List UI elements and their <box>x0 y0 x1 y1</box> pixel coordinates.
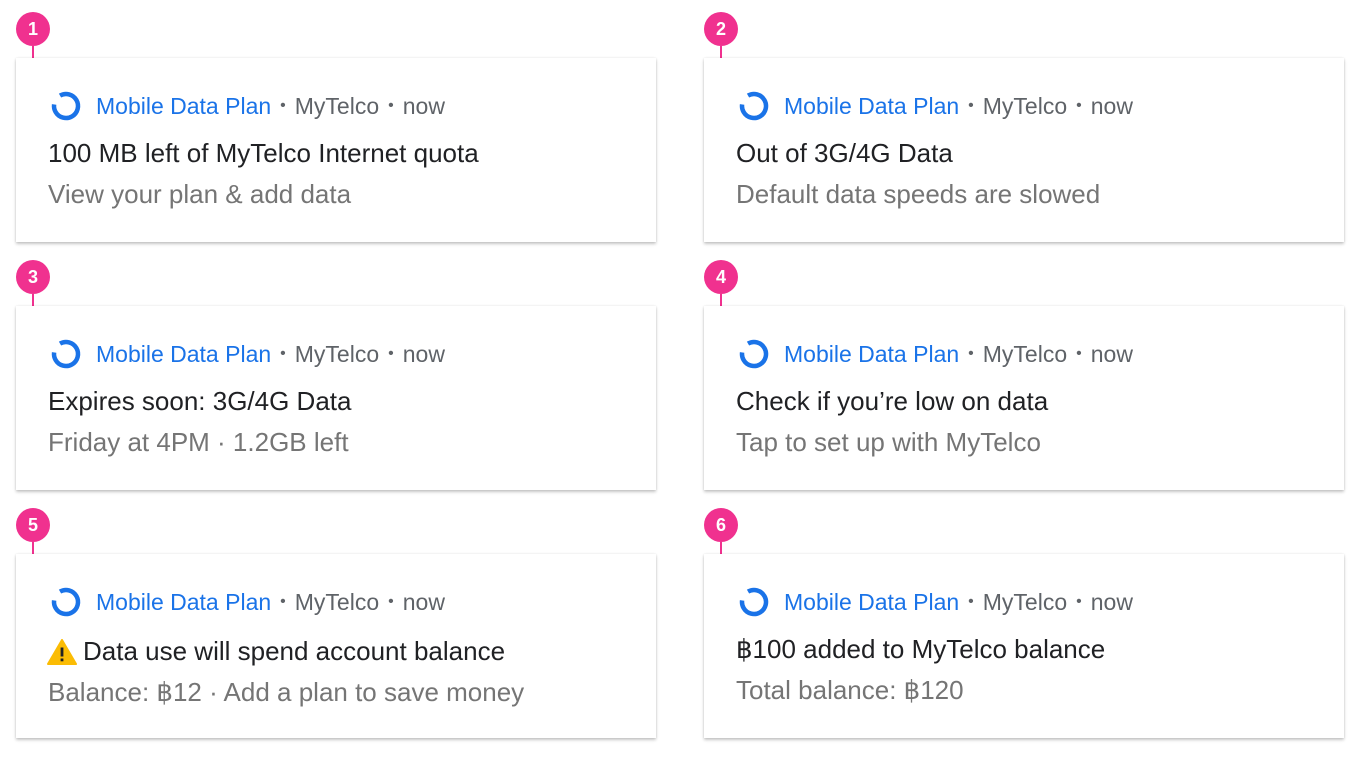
provider-name: MyTelco <box>982 340 1068 367</box>
timestamp: now <box>1090 340 1133 367</box>
marker-stem <box>720 46 722 58</box>
provider-name: MyTelco <box>294 340 380 367</box>
marker-stem <box>720 294 722 306</box>
step-marker-4: 4 <box>704 260 738 294</box>
step-marker-3: 3 <box>16 260 50 294</box>
notification-card[interactable]: Mobile Data Plan • MyTelco • now Data us… <box>16 554 656 738</box>
separator-dot: • <box>280 97 286 114</box>
timestamp: now <box>402 588 445 615</box>
provider-name: MyTelco <box>982 588 1068 615</box>
app-name: Mobile Data Plan <box>96 340 272 367</box>
notification-card[interactable]: Mobile Data Plan • MyTelco • now Expires… <box>16 306 656 490</box>
notification-header: Mobile Data Plan • MyTelco • now <box>738 585 1133 619</box>
notification-header: Mobile Data Plan • MyTelco • now <box>738 337 1133 371</box>
separator-dot: • <box>388 345 394 362</box>
notification-body: Tap to set up with MyTelco <box>736 427 1041 457</box>
notification-body: Balance: ฿12 · Add a plan to save money <box>48 677 525 707</box>
marker-stem <box>32 294 34 306</box>
timestamp: now <box>402 92 445 119</box>
separator-dot: • <box>1076 97 1082 114</box>
separator-dot: • <box>280 593 286 610</box>
notification-title-row: Data use will spend account balance <box>47 636 505 667</box>
separator-dot: • <box>1076 345 1082 362</box>
separator-dot: • <box>1076 593 1082 610</box>
notification-title: Data use will spend account balance <box>83 636 506 666</box>
step-marker-1: 1 <box>16 12 50 46</box>
notification-card[interactable]: Mobile Data Plan • MyTelco • now 100 MB … <box>16 58 656 242</box>
provider-name: MyTelco <box>982 92 1068 119</box>
step-marker-6: 6 <box>704 508 738 542</box>
timestamp: now <box>1090 92 1133 119</box>
separator-dot: • <box>968 593 974 610</box>
marker-stem <box>32 46 34 58</box>
separator-dot: • <box>388 97 394 114</box>
app-name: Mobile Data Plan <box>784 340 960 367</box>
notification-title: 100 MB left of MyTelco Internet quota <box>48 138 479 168</box>
separator-dot: • <box>968 97 974 114</box>
app-name: Mobile Data Plan <box>784 92 960 119</box>
data-plan-ring-icon <box>738 338 770 370</box>
notification-body: View your plan & add data <box>48 179 352 209</box>
notification-body: Friday at 4PM · 1.2GB left <box>48 427 349 457</box>
notification-card[interactable]: Mobile Data Plan • MyTelco • now ฿100 ad… <box>704 554 1344 738</box>
timestamp: now <box>402 340 445 367</box>
app-name: Mobile Data Plan <box>96 588 272 615</box>
marker-stem <box>720 542 722 554</box>
data-plan-ring-icon <box>50 338 82 370</box>
notification-header: Mobile Data Plan • MyTelco • now <box>50 337 445 371</box>
notification-title: Out of 3G/4G Data <box>736 138 953 168</box>
marker-stem <box>32 542 34 554</box>
data-plan-ring-icon <box>738 586 770 618</box>
timestamp: now <box>1090 588 1133 615</box>
notification-title: Expires soon: 3G/4G Data <box>48 386 352 416</box>
notification-header: Mobile Data Plan • MyTelco • now <box>50 585 445 619</box>
notification-header: Mobile Data Plan • MyTelco • now <box>738 89 1133 123</box>
data-plan-ring-icon <box>50 90 82 122</box>
notification-body: Total balance: ฿120 <box>736 675 964 705</box>
separator-dot: • <box>280 345 286 362</box>
provider-name: MyTelco <box>294 92 380 119</box>
notification-title: Check if you’re low on data <box>736 386 1049 416</box>
step-marker-5: 5 <box>16 508 50 542</box>
separator-dot: • <box>388 593 394 610</box>
step-marker-2: 2 <box>704 12 738 46</box>
notification-card[interactable]: Mobile Data Plan • MyTelco • now Out of … <box>704 58 1344 242</box>
notification-body: Default data speeds are slowed <box>736 179 1101 209</box>
data-plan-ring-icon <box>738 90 770 122</box>
provider-name: MyTelco <box>294 588 380 615</box>
separator-dot: • <box>968 345 974 362</box>
warning-icon <box>47 638 77 665</box>
notification-title: ฿100 added to MyTelco balance <box>736 634 1106 664</box>
notification-header: Mobile Data Plan • MyTelco • now <box>50 89 445 123</box>
app-name: Mobile Data Plan <box>96 92 272 119</box>
data-plan-ring-icon <box>50 586 82 618</box>
notification-card[interactable]: Mobile Data Plan • MyTelco • now Check i… <box>704 306 1344 490</box>
app-name: Mobile Data Plan <box>784 588 960 615</box>
